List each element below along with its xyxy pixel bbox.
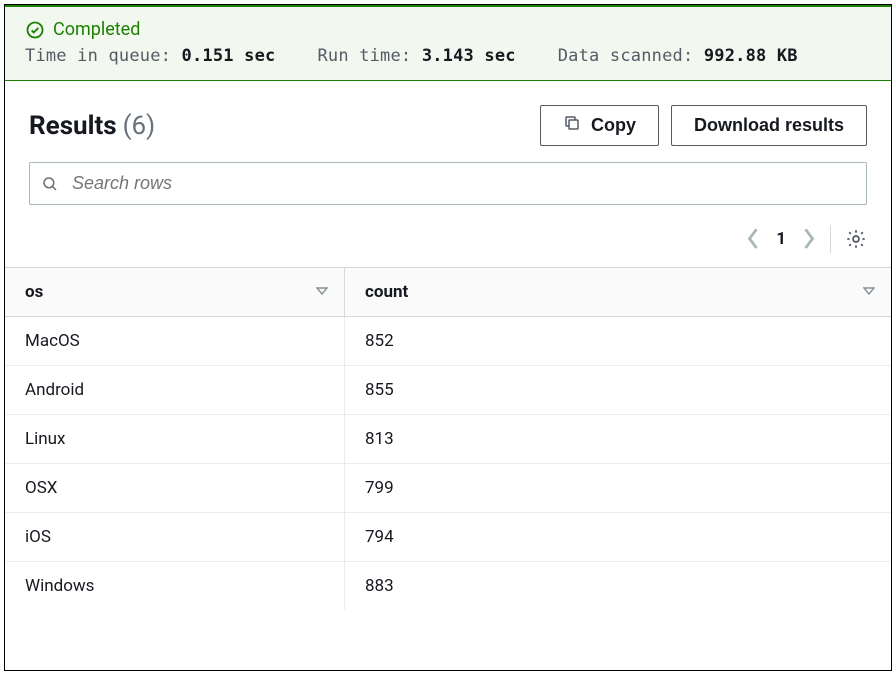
run-time-label: Run time: bbox=[317, 46, 411, 66]
query-results-panel: Completed Time in queue: 0.151 sec Run t… bbox=[4, 4, 892, 671]
status-bar: Completed Time in queue: 0.151 sec Run t… bbox=[5, 5, 891, 81]
cell-count: 855 bbox=[345, 366, 891, 414]
column-header-count-label: count bbox=[365, 282, 408, 302]
cell-count: 883 bbox=[345, 562, 891, 610]
results-count: (6) bbox=[123, 111, 156, 141]
page-number: 1 bbox=[772, 229, 790, 249]
table-row[interactable]: MacOS852 bbox=[5, 317, 891, 366]
table-row[interactable]: Linux813 bbox=[5, 415, 891, 464]
sort-icon bbox=[863, 282, 875, 302]
data-scanned-value: 992.88 KB bbox=[704, 46, 798, 66]
cell-os: Android bbox=[5, 366, 345, 414]
table-header: os count bbox=[5, 268, 891, 317]
download-results-label: Download results bbox=[694, 115, 844, 136]
copy-icon bbox=[563, 114, 581, 137]
queue-time-label: Time in queue: bbox=[25, 46, 171, 66]
search-icon bbox=[41, 175, 59, 193]
copy-button[interactable]: Copy bbox=[540, 105, 659, 146]
divider bbox=[830, 225, 831, 253]
cell-count: 794 bbox=[345, 513, 891, 561]
column-header-os[interactable]: os bbox=[5, 268, 345, 316]
results-title: Results (6) bbox=[29, 111, 155, 141]
cell-count: 813 bbox=[345, 415, 891, 463]
cell-os: iOS bbox=[5, 513, 345, 561]
cell-os: Linux bbox=[5, 415, 345, 463]
cell-os: Windows bbox=[5, 562, 345, 610]
next-page-button[interactable] bbox=[802, 228, 816, 250]
table-row[interactable]: Windows883 bbox=[5, 562, 891, 610]
data-scanned-label: Data scanned: bbox=[558, 46, 694, 66]
copy-button-label: Copy bbox=[591, 115, 636, 136]
results-table: os count MacOS852Android855Linux813OSX79… bbox=[5, 267, 891, 610]
cell-count: 799 bbox=[345, 464, 891, 512]
run-time-value: 3.143 sec bbox=[422, 46, 516, 66]
download-results-button[interactable]: Download results bbox=[671, 105, 867, 146]
cell-os: OSX bbox=[5, 464, 345, 512]
sort-icon bbox=[316, 282, 328, 302]
cell-os: MacOS bbox=[5, 317, 345, 365]
prev-page-button[interactable] bbox=[746, 228, 760, 250]
status-label: Completed bbox=[53, 19, 140, 40]
table-row[interactable]: Android855 bbox=[5, 366, 891, 415]
results-title-text: Results bbox=[29, 111, 117, 141]
column-header-count[interactable]: count bbox=[345, 268, 891, 316]
queue-time-value: 0.151 sec bbox=[182, 46, 276, 66]
cell-count: 852 bbox=[345, 317, 891, 365]
table-row[interactable]: iOS794 bbox=[5, 513, 891, 562]
settings-button[interactable] bbox=[845, 228, 867, 250]
column-header-os-label: os bbox=[25, 282, 43, 302]
table-row[interactable]: OSX799 bbox=[5, 464, 891, 513]
search-input[interactable] bbox=[29, 162, 867, 205]
status-metrics: Time in queue: 0.151 sec Run time: 3.143… bbox=[25, 46, 871, 66]
check-circle-icon bbox=[25, 20, 45, 40]
